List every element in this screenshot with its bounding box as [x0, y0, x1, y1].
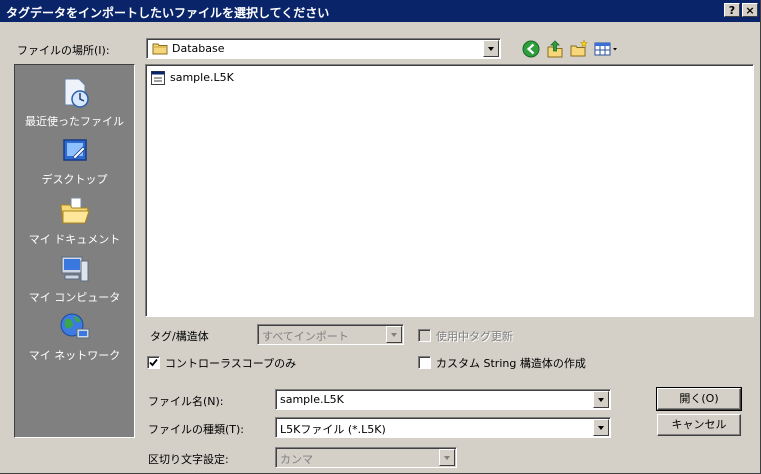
file-name: sample.L5K	[170, 71, 234, 84]
chevron-down-icon[interactable]	[483, 40, 499, 57]
my-computer-icon	[59, 253, 91, 285]
controller-scope-label: コントローラスコープのみ	[165, 357, 297, 370]
help-button[interactable]: ?	[724, 3, 740, 17]
place-label: マイ ネットワーク	[28, 349, 121, 362]
folder-icon	[152, 42, 168, 58]
my-network-icon	[59, 311, 91, 343]
update-used-tags-checkbox[interactable]	[418, 329, 431, 342]
tag-struct-value: すべてインポート	[262, 330, 349, 343]
lookin-value: Database	[172, 42, 225, 55]
lookin-label: ファイルの場所(I):	[17, 44, 110, 57]
chevron-down-icon[interactable]	[439, 449, 455, 466]
places-bar: 最近使ったファイル デスクトップ マイ ドキュメント マイ コンピュータ マイ …	[14, 64, 135, 438]
custom-string-label: カスタム String 構造体の作成	[436, 357, 586, 370]
custom-string-checkbox[interactable]	[418, 356, 431, 369]
dialog-title: タグデータをインポートしたいファイルを選択してください	[6, 6, 330, 20]
filename-value: sample.L5K	[280, 393, 344, 406]
place-label: デスクトップ	[41, 173, 108, 186]
desktop-icon	[59, 135, 91, 167]
delimiter-value: カンマ	[280, 453, 313, 466]
chevron-down-icon[interactable]	[386, 326, 402, 343]
new-folder-icon[interactable]	[569, 39, 589, 59]
place-my-network[interactable]: マイ ネットワーク	[15, 311, 134, 367]
place-my-computer[interactable]: マイ コンピュータ	[15, 253, 134, 309]
chevron-down-icon[interactable]	[593, 391, 609, 408]
tag-struct-dropdown[interactable]: すべてインポート	[257, 324, 404, 345]
place-recent[interactable]: 最近使ったファイル	[15, 77, 134, 133]
file-open-dialog: タグデータをインポートしたいファイルを選択してください ? × ファイルの場所(…	[0, 0, 761, 474]
place-label: マイ ドキュメント	[28, 233, 121, 246]
l5k-file-icon	[150, 70, 166, 89]
filetype-dropdown[interactable]: L5Kファイル (*.L5K)	[275, 417, 611, 438]
delimiter-dropdown[interactable]: カンマ	[275, 447, 457, 468]
title-bar[interactable]: タグデータをインポートしたいファイルを選択してください ? ×	[0, 0, 760, 22]
filetype-value: L5Kファイル (*.L5K)	[280, 423, 386, 436]
back-arrow-icon[interactable]	[521, 39, 541, 59]
checkmark-icon	[149, 358, 158, 367]
lookin-dropdown[interactable]: Database	[146, 38, 501, 59]
my-documents-icon	[59, 195, 91, 227]
up-folder-icon[interactable]	[545, 39, 565, 59]
filename-input[interactable]: sample.L5K	[275, 389, 611, 410]
filename-label: ファイル名(N):	[148, 395, 224, 408]
delimiter-label: 区切り文字設定:	[148, 453, 229, 466]
file-list[interactable]: sample.L5K	[145, 64, 754, 317]
recent-files-icon	[59, 77, 91, 109]
filetype-label: ファイルの種類(T):	[148, 423, 245, 436]
place-my-documents[interactable]: マイ ドキュメント	[15, 195, 134, 251]
open-button[interactable]: 開く(O)	[656, 387, 742, 411]
views-menu-icon[interactable]	[593, 39, 619, 59]
place-desktop[interactable]: デスクトップ	[15, 135, 134, 191]
close-button[interactable]: ×	[742, 3, 758, 17]
tag-struct-label: タグ/構造体	[150, 330, 209, 343]
place-label: マイ コンピュータ	[28, 291, 121, 304]
chevron-down-icon[interactable]	[593, 419, 609, 436]
place-label: 最近使ったファイル	[25, 115, 124, 128]
controller-scope-checkbox[interactable]	[147, 356, 160, 369]
cancel-button[interactable]: キャンセル	[657, 414, 741, 436]
update-used-tags-label: 使用中タグ更新	[436, 330, 513, 343]
